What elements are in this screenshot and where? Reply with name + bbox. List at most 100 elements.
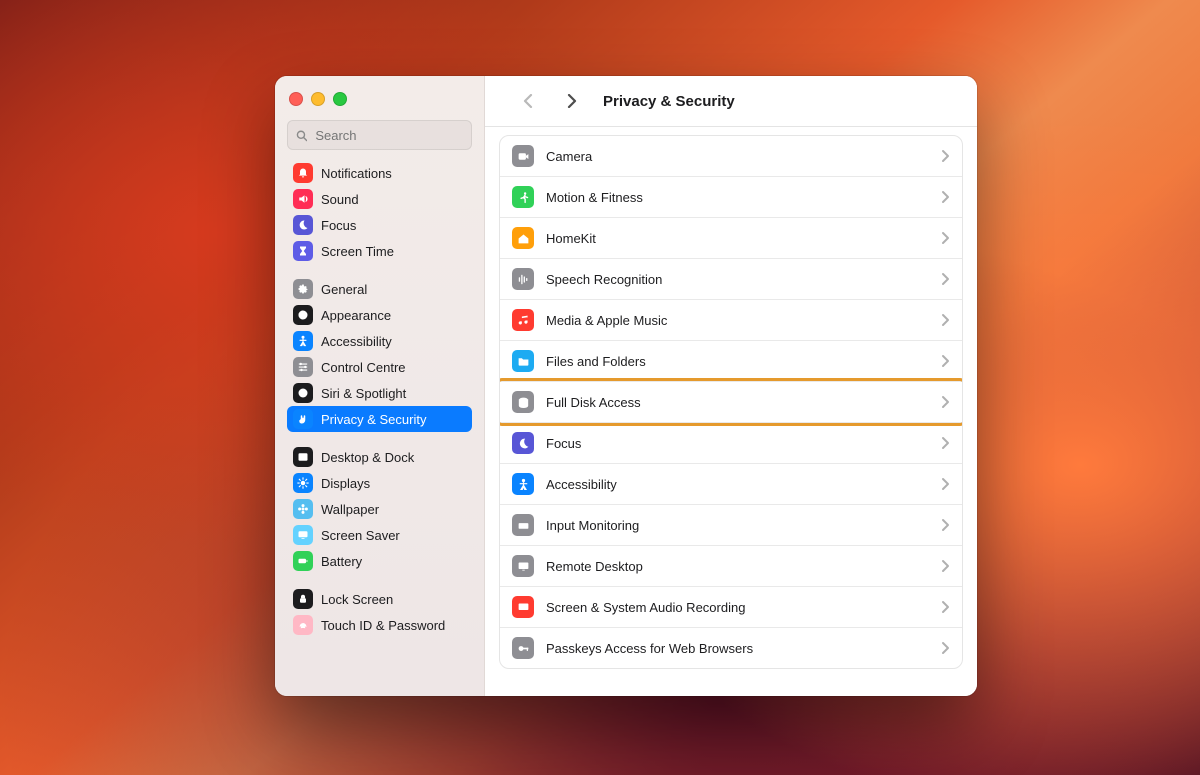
settings-list: Camera Motion & Fitness HomeKit Speech Reco… [499,135,963,669]
sidebar-item-label: Focus [321,218,356,233]
settings-row-camera[interactable]: Camera [500,136,962,176]
sidebar-item-touch-id[interactable]: Touch ID & Password [287,612,472,638]
music-icon [512,309,534,331]
sidebar-item-label: Desktop & Dock [321,450,414,465]
sidebar-item-desktop-dock[interactable]: Desktop & Dock [287,444,472,470]
screen-icon [293,525,313,545]
flower-icon [293,499,313,519]
settings-row-label: Input Monitoring [546,518,928,533]
chevron-right-icon [940,313,950,327]
disk-icon [512,391,534,413]
sidebar-section: Desktop & Dock Displays Wallpaper Screen Sa… [287,444,472,574]
settings-row-label: Accessibility [546,477,928,492]
sidebar-item-displays[interactable]: Displays [287,470,472,496]
settings-row-label: Files and Folders [546,354,928,369]
sidebar-section: Notifications Sound Focus Screen Time [287,160,472,264]
sidebar-item-label: Privacy & Security [321,412,426,427]
moon-icon [512,432,534,454]
sidebar-item-label: Accessibility [321,334,392,349]
sidebar-item-appearance[interactable]: Appearance [287,302,472,328]
figure-icon [293,331,313,351]
siri-icon [293,383,313,403]
sidebar-item-control-centre[interactable]: Control Centre [287,354,472,380]
sidebar-item-lock-screen[interactable]: Lock Screen [287,586,472,612]
sidebar-item-screen-saver[interactable]: Screen Saver [287,522,472,548]
search-icon [296,129,307,142]
search-input[interactable] [313,127,463,144]
moon-icon [293,215,313,235]
fingerprint-icon [293,615,313,635]
zoom-button[interactable] [333,92,347,106]
sidebar: Notifications Sound Focus Screen Time Genera… [275,76,485,696]
sidebar-item-label: Touch ID & Password [321,618,445,633]
key-icon [512,637,534,659]
settings-row-motion-fitness[interactable]: Motion & Fitness [500,176,962,217]
sidebar-item-label: Appearance [321,308,391,323]
sidebar-section: Lock Screen Touch ID & Password [287,586,472,638]
settings-row-homekit[interactable]: HomeKit [500,217,962,258]
settings-row-media-music[interactable]: Media & Apple Music [500,299,962,340]
sidebar-item-wallpaper[interactable]: Wallpaper [287,496,472,522]
settings-row-screen-audio[interactable]: Screen & System Audio Recording [500,586,962,627]
content-scroll[interactable]: Camera Motion & Fitness HomeKit Speech Reco… [485,127,977,696]
chevron-right-icon [940,149,950,163]
chevron-right-icon [940,272,950,286]
battery-icon [293,551,313,571]
sidebar-item-label: Displays [321,476,370,491]
keyboard-icon [512,514,534,536]
settings-row-remote-desktop[interactable]: Remote Desktop [500,545,962,586]
toolbar: Privacy & Security [485,76,977,127]
sidebar-item-notifications[interactable]: Notifications [287,160,472,186]
sidebar-nav: Notifications Sound Focus Screen Time Genera… [283,160,476,686]
chevron-right-icon [940,354,950,368]
settings-row-files-folders[interactable]: Files and Folders [500,340,962,381]
sidebar-item-accessibility-side[interactable]: Accessibility [287,328,472,354]
sidebar-item-focus[interactable]: Focus [287,212,472,238]
back-button[interactable] [515,87,543,115]
chevron-right-icon [940,395,950,409]
settings-row-label: Passkeys Access for Web Browsers [546,641,928,656]
settings-row-input-monitoring[interactable]: Input Monitoring [500,504,962,545]
chevron-right-icon [940,559,950,573]
settings-row-label: Motion & Fitness [546,190,928,205]
settings-row-passkeys[interactable]: Passkeys Access for Web Browsers [500,627,962,668]
settings-row-speech[interactable]: Speech Recognition [500,258,962,299]
display-icon [512,555,534,577]
sidebar-item-battery[interactable]: Battery [287,548,472,574]
settings-row-focus-main[interactable]: Focus [500,422,962,463]
chevron-right-icon [940,518,950,532]
sidebar-item-label: Battery [321,554,362,569]
settings-row-accessibility[interactable]: Accessibility [500,463,962,504]
sidebar-item-screen-time[interactable]: Screen Time [287,238,472,264]
home-icon [512,227,534,249]
sidebar-item-siri-spotlight[interactable]: Siri & Spotlight [287,380,472,406]
lock-icon [293,589,313,609]
chevron-right-icon [940,477,950,491]
forward-button[interactable] [557,87,585,115]
runner-icon [512,186,534,208]
camera-icon [512,145,534,167]
folder-icon [512,350,534,372]
chevron-right-icon [940,190,950,204]
close-button[interactable] [289,92,303,106]
chevron-right-icon [940,231,950,245]
sidebar-item-label: Lock Screen [321,592,393,607]
settings-row-label: HomeKit [546,231,928,246]
hand-icon [293,409,313,429]
sliders-icon [293,357,313,377]
settings-row-label: Speech Recognition [546,272,928,287]
sidebar-item-label: Wallpaper [321,502,379,517]
page-title: Privacy & Security [603,93,735,110]
sidebar-item-general[interactable]: General [287,276,472,302]
settings-row-full-disk[interactable]: Full Disk Access [500,381,962,422]
chevron-right-icon [940,641,950,655]
settings-row-label: Media & Apple Music [546,313,928,328]
settings-row-label: Camera [546,149,928,164]
desktop-wallpaper: Notifications Sound Focus Screen Time Genera… [0,0,1200,775]
sidebar-item-sound[interactable]: Sound [287,186,472,212]
minimize-button[interactable] [311,92,325,106]
sidebar-item-label: General [321,282,367,297]
dock-icon [293,447,313,467]
sidebar-item-label: Sound [321,192,359,207]
sidebar-item-privacy[interactable]: Privacy & Security [287,406,472,432]
